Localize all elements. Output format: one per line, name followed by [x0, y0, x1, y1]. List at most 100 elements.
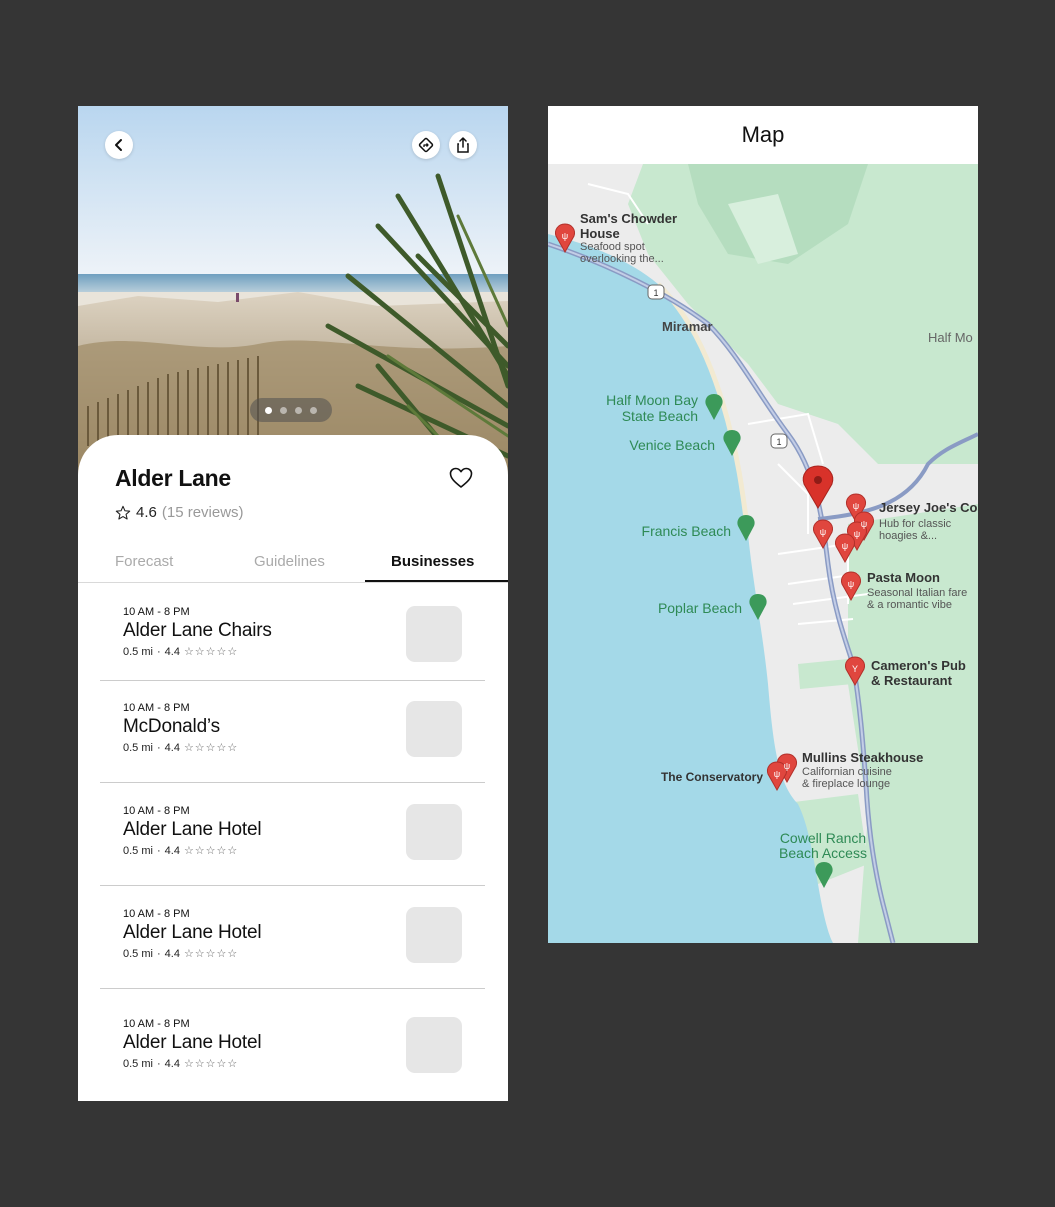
business-name: Alder Lane Hotel: [123, 922, 262, 943]
business-list-item[interactable]: 10 AM - 8 PM McDonald’s 0.5 mi · 4.4 ☆☆☆…: [100, 680, 485, 783]
carousel-dot[interactable]: [265, 406, 272, 414]
place-label[interactable]: House: [580, 226, 620, 241]
business-hours: 10 AM - 8 PM: [123, 606, 190, 618]
chevron-left-icon: [115, 139, 122, 151]
map-canvas[interactable]: 1 1 ψψψ ψψψ ψYψ ψ Sam's Chowder House Se…: [548, 164, 978, 943]
park-label[interactable]: Half Moon Bay: [606, 392, 698, 408]
star-outline-icon: [115, 505, 131, 520]
route-label: 1: [776, 437, 781, 447]
park-label[interactable]: Francis Beach: [642, 523, 731, 539]
business-hours: 10 AM - 8 PM: [123, 805, 190, 817]
review-count[interactable]: (15 reviews): [162, 504, 244, 521]
business-list-item[interactable]: 10 AM - 8 PM Alder Lane Hotel 0.5 mi · 4…: [100, 783, 485, 886]
back-button[interactable]: [105, 131, 133, 159]
route-label: 1: [653, 288, 658, 298]
place-description: & a romantic vibe: [867, 599, 952, 611]
business-meta: 0.5 mi · 4.4 ☆☆☆☆☆: [123, 1057, 239, 1071]
carousel-dot[interactable]: [295, 406, 302, 414]
hero-photo[interactable]: [78, 106, 508, 486]
business-hours: 10 AM - 8 PM: [123, 908, 190, 920]
business-distance: 0.5 mi: [123, 844, 153, 857]
business-rating: 4.4: [164, 1057, 180, 1070]
route-shield: 1: [647, 284, 665, 300]
park-label[interactable]: Cowell Ranch: [780, 830, 866, 846]
heart-icon: [449, 467, 473, 488]
business-thumbnail: [406, 606, 462, 662]
business-name: Alder Lane Chairs: [123, 620, 272, 641]
meta-separator: ·: [156, 947, 161, 960]
svg-text:ψ: ψ: [853, 501, 859, 511]
business-hours: 10 AM - 8 PM: [123, 1018, 190, 1030]
svg-text:Y: Y: [852, 664, 858, 674]
business-distance: 0.5 mi: [123, 645, 153, 658]
business-distance: 0.5 mi: [123, 741, 153, 754]
beach-title: Alder Lane: [115, 465, 231, 491]
place-label[interactable]: Cameron's Pub: [871, 658, 966, 673]
svg-text:ψ: ψ: [784, 761, 790, 771]
place-label[interactable]: Mullins Steakhouse: [802, 750, 923, 765]
tab-businesses[interactable]: Businesses: [391, 553, 474, 570]
business-meta: 0.5 mi · 4.4 ☆☆☆☆☆: [123, 741, 238, 755]
carousel-indicator[interactable]: [250, 398, 332, 422]
place-label[interactable]: Jersey Joe's Coa: [879, 500, 978, 515]
svg-text:ψ: ψ: [842, 541, 848, 551]
meta-separator: ·: [156, 1057, 161, 1070]
place-description: & fireplace lounge: [802, 778, 890, 790]
beach-photo-image: [78, 106, 508, 486]
business-rating: 4.4: [164, 947, 180, 960]
active-tab-indicator: [365, 580, 508, 582]
tab-bar: Forecast Guidelines Businesses: [78, 545, 508, 583]
business-list-item[interactable]: 10 AM - 8 PM Alder Lane Chairs 0.5 mi · …: [100, 584, 485, 681]
rating-stars: ☆☆☆☆☆: [183, 1058, 239, 1070]
svg-text:ψ: ψ: [854, 529, 860, 539]
meta-separator: ·: [156, 844, 161, 857]
business-meta: 0.5 mi · 4.4 ☆☆☆☆☆: [123, 844, 239, 858]
business-name: Alder Lane Hotel: [123, 1032, 262, 1053]
place-description: Seasonal Italian fare: [867, 587, 967, 599]
park-label[interactable]: Poplar Beach: [658, 600, 742, 616]
place-description: hoagies &...: [879, 530, 937, 542]
carousel-dot[interactable]: [310, 406, 317, 414]
business-thumbnail: [406, 804, 462, 860]
page-title: Map: [741, 122, 785, 147]
rating-summary: 4.6 (15 reviews): [115, 504, 244, 521]
meta-separator: ·: [156, 645, 161, 658]
svg-text:ψ: ψ: [774, 769, 780, 779]
rating-stars: ☆☆☆☆☆: [183, 948, 239, 960]
place-description: Hub for classic: [879, 518, 952, 530]
tab-guidelines[interactable]: Guidelines: [254, 553, 325, 570]
business-meta: 0.5 mi · 4.4 ☆☆☆☆☆: [123, 645, 239, 659]
svg-text:ψ: ψ: [820, 527, 826, 537]
rating-stars: ☆☆☆☆☆: [183, 845, 239, 857]
rating-stars: ☆☆☆☆☆: [183, 646, 239, 658]
beach-detail-screen: Alder Lane 4.6 (15 reviews) Forecast Gui…: [78, 106, 508, 1101]
map-view[interactable]: 1 1 ψψψ ψψψ ψYψ ψ Sam's Chowder House Se…: [548, 164, 978, 943]
business-distance: 0.5 mi: [123, 1057, 153, 1070]
svg-text:ψ: ψ: [562, 231, 568, 241]
place-label[interactable]: The Conservatory: [661, 770, 763, 784]
business-rating: 4.4: [164, 741, 180, 754]
business-list-item[interactable]: 10 AM - 8 PM Alder Lane Hotel 0.5 mi · 4…: [100, 886, 485, 989]
favorite-button[interactable]: [449, 467, 473, 494]
place-label[interactable]: Pasta Moon: [867, 570, 940, 585]
park-label[interactable]: State Beach: [622, 408, 698, 424]
business-thumbnail: [406, 907, 462, 963]
place-label[interactable]: & Restaurant: [871, 673, 953, 688]
place-description: Californian cuisine: [802, 766, 892, 778]
directions-button[interactable]: [412, 131, 440, 159]
business-rating: 4.4: [164, 844, 180, 857]
route-shield: 1: [770, 433, 788, 449]
share-button[interactable]: [449, 131, 477, 159]
tab-forecast[interactable]: Forecast: [115, 553, 173, 570]
map-header: Map: [548, 106, 978, 164]
place-label[interactable]: Sam's Chowder: [580, 211, 677, 226]
business-meta: 0.5 mi · 4.4 ☆☆☆☆☆: [123, 947, 239, 961]
business-name: Alder Lane Hotel: [123, 819, 262, 840]
park-label[interactable]: Beach Access: [779, 845, 867, 861]
business-list-item[interactable]: 10 AM - 8 PM Alder Lane Hotel 0.5 mi · 4…: [100, 989, 485, 1101]
town-label: Miramar: [662, 319, 713, 334]
business-thumbnail: [406, 1017, 462, 1073]
rating-value: 4.6: [136, 504, 157, 521]
carousel-dot[interactable]: [280, 406, 287, 414]
park-label[interactable]: Venice Beach: [629, 437, 715, 453]
